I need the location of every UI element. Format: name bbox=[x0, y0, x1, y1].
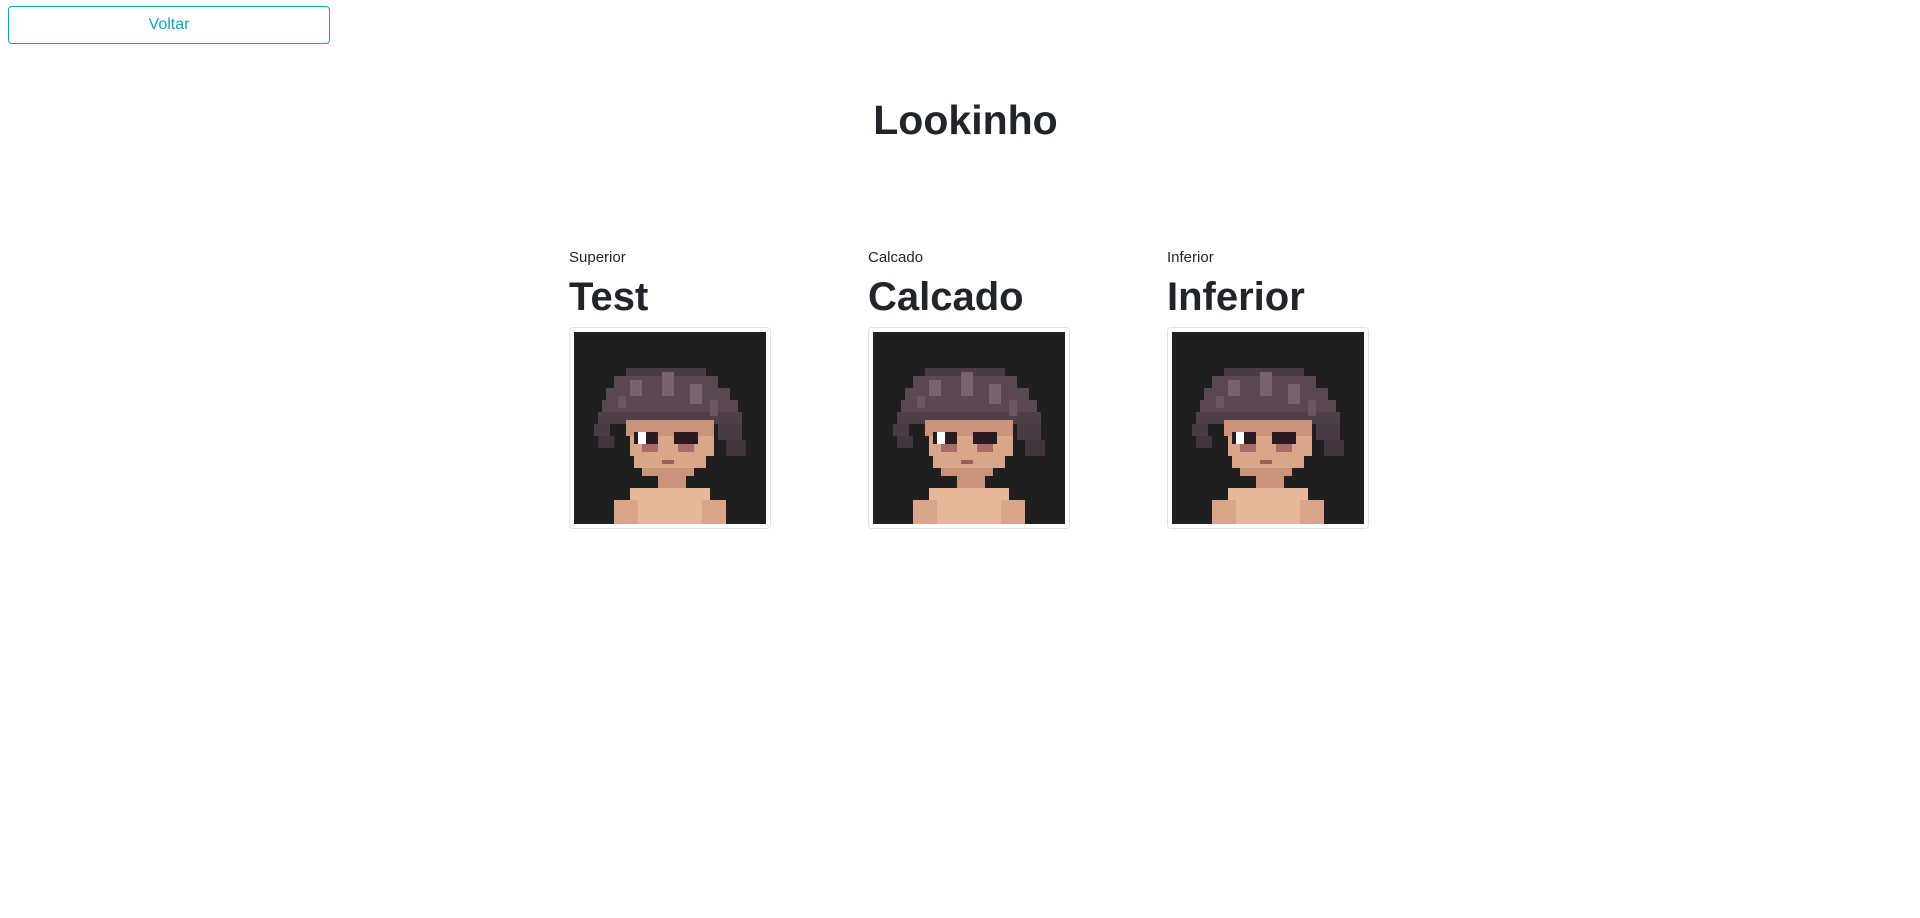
card-item-name: Inferior bbox=[1167, 275, 1305, 319]
card-thumbnail bbox=[868, 327, 1070, 529]
character-portrait-icon bbox=[574, 332, 766, 524]
card-item-name: Calcado bbox=[868, 275, 1024, 319]
card-thumbnail bbox=[1167, 327, 1369, 529]
card-thumbnail bbox=[569, 327, 771, 529]
back-button[interactable]: Voltar bbox=[8, 6, 330, 44]
card-category-label: Calcado bbox=[868, 249, 924, 266]
card-category-label: Superior bbox=[569, 249, 626, 266]
page: Voltar Lookinho Superior Test Calcado Ca… bbox=[0, 0, 1920, 918]
card-category-label: Inferior bbox=[1167, 249, 1214, 266]
character-portrait-icon bbox=[1172, 332, 1364, 524]
character-portrait-icon bbox=[873, 332, 1065, 524]
card-item-name: Test bbox=[569, 275, 649, 319]
page-title: Lookinho bbox=[873, 97, 1058, 143]
